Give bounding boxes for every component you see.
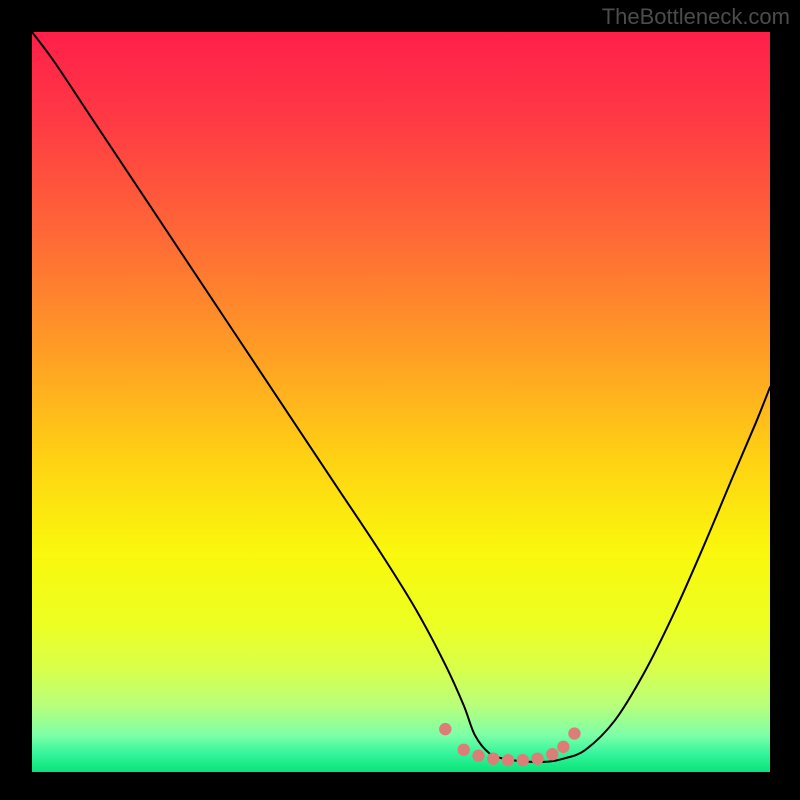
plot-area [32, 32, 770, 772]
optimal-marker-dot [531, 752, 543, 764]
watermark-text: TheBottleneck.com [602, 4, 790, 30]
optimal-marker-dot [487, 752, 499, 764]
optimal-marker-dot [502, 754, 514, 766]
optimal-marker-dot [472, 750, 484, 762]
bottleneck-curve [32, 32, 770, 762]
optimal-marker-dot [517, 754, 529, 766]
optimal-marker-dot [439, 723, 451, 735]
chart-curves [32, 32, 770, 772]
optimal-marker-dot [458, 744, 470, 756]
chart-frame: TheBottleneck.com [0, 0, 800, 800]
optimal-marker-dot [557, 741, 569, 753]
optimal-marker-dot [546, 748, 558, 760]
optimal-marker-dot [568, 727, 580, 739]
